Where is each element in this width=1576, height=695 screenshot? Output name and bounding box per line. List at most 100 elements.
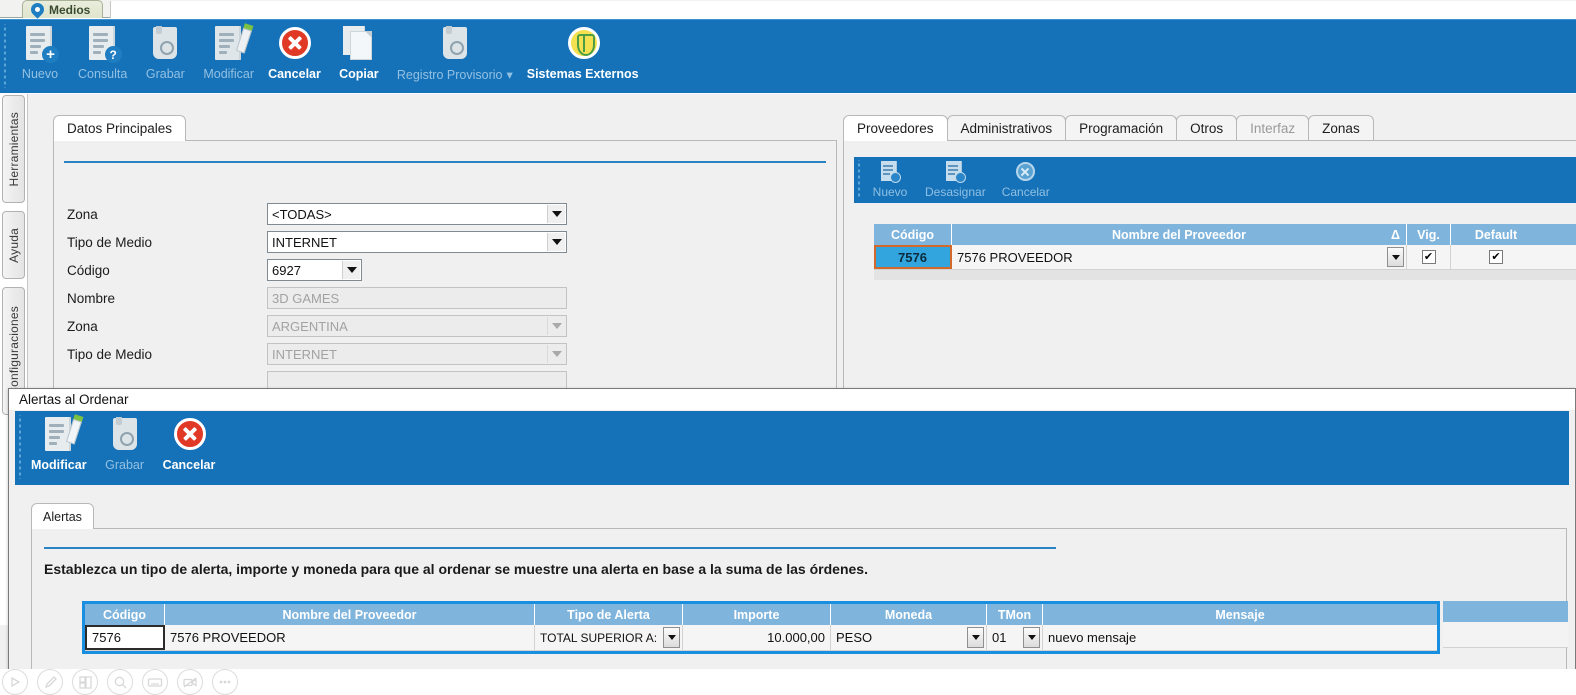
table-row[interactable]: 7576 7576 PROVEEDOR TOTAL SUPERIOR A: 10… (85, 625, 1437, 651)
checkbox-vig[interactable]: ✔ (1422, 250, 1436, 264)
tab-programacion[interactable]: Programación (1065, 115, 1177, 141)
column-header-importe[interactable]: Importe (683, 604, 831, 625)
field-row-zona-filtro: Zona <TODAS> (67, 203, 567, 225)
cell-importe[interactable]: 10.000,00 (683, 625, 831, 650)
cell-text: PESO (836, 630, 872, 645)
cell-nombre-del-proveedor[interactable]: 7576 PROVEEDOR (165, 625, 535, 650)
dialog-button-grabar[interactable]: Grabar (94, 411, 156, 481)
search-icon[interactable] (107, 669, 133, 695)
toolbar-button-sistemas-externos[interactable]: Sistemas Externos (520, 20, 646, 90)
chevron-down-icon[interactable] (1387, 247, 1404, 267)
sidebar-tab-label: Ayuda (7, 228, 21, 263)
sidebar-tab-ayuda[interactable]: Ayuda (2, 211, 25, 279)
save-diskette-icon (145, 24, 185, 64)
play-icon[interactable] (2, 669, 28, 695)
app-tab-label: Medios (49, 3, 90, 17)
tab-interfaz[interactable]: Interfaz (1236, 115, 1309, 141)
cell-moneda[interactable]: PESO (831, 625, 987, 650)
bottom-toolbar (0, 669, 1576, 695)
column-header-vig[interactable]: Vig. (1407, 224, 1451, 245)
column-header-nombre-del-proveedor[interactable]: Nombre del Proveedor (165, 604, 535, 625)
tab-label: Otros (1190, 121, 1223, 136)
tab-otros[interactable]: Otros (1176, 115, 1237, 141)
cell-codigo[interactable]: 7576 (85, 625, 165, 650)
column-header-tipo-de-alerta[interactable]: Tipo de Alerta (535, 604, 683, 625)
column-header-nombre-del-proveedor[interactable]: Nombre del Proveedor (1112, 228, 1246, 242)
side-tab-rail: Herramientas Ayuda Configuraciones (0, 95, 27, 390)
app-tab-medios[interactable]: Medios (22, 0, 103, 18)
cell-codigo[interactable]: 7576 (874, 245, 952, 269)
toolbar-button-copiar[interactable]: Copiar (328, 20, 390, 90)
proveedores-button-cancelar[interactable]: Cancelar (994, 157, 1058, 201)
dialog-titlebar[interactable]: Alertas al Ordenar (9, 389, 1575, 410)
column-header-tmon[interactable]: TMon (987, 604, 1043, 625)
cell-text: 7576 PROVEEDOR (957, 250, 1073, 265)
toolbar-button-cancelar[interactable]: Cancelar (261, 20, 328, 90)
cell-tipo-de-alerta[interactable]: TOTAL SUPERIOR A: (535, 625, 683, 650)
toolbar-grip[interactable] (0, 24, 9, 88)
zona-filtro-combobox[interactable]: <TODAS> (267, 203, 567, 225)
sidebar-tab-herramientas[interactable]: Herramientas (2, 95, 25, 203)
dialog-title: Alertas al Ordenar (19, 392, 129, 407)
dialog-toolbar-grip[interactable] (15, 415, 24, 479)
layout-icon[interactable] (72, 669, 98, 695)
column-header-codigo[interactable]: Código (874, 224, 952, 245)
chevron-down-icon (547, 317, 565, 335)
chevron-down-icon[interactable] (547, 233, 565, 251)
more-options-icon[interactable] (212, 669, 238, 695)
cell-tmon[interactable]: 01 (987, 625, 1043, 650)
cancel-x-icon (274, 24, 314, 64)
chevron-down-icon[interactable] (342, 261, 360, 279)
table-row[interactable]: 7576 7576 PROVEEDOR ✔ ✔ (874, 245, 1576, 270)
column-header-mensaje[interactable]: Mensaje (1043, 604, 1437, 625)
proveedores-grid: Código Nombre del Proveedor Δ Vig. Defau… (874, 224, 1576, 280)
new-record-icon (878, 160, 902, 184)
field-label: Tipo de Medio (67, 347, 267, 362)
toolbar-button-modificar[interactable]: Modificar (196, 20, 261, 90)
chevron-down-icon[interactable] (663, 627, 680, 648)
proveedores-button-nuevo[interactable]: Nuevo (863, 157, 917, 201)
tab-proveedores[interactable]: Proveedores (843, 115, 948, 141)
toolbar-button-nuevo[interactable]: Nuevo (9, 20, 71, 90)
cell-vig[interactable]: ✔ (1407, 245, 1451, 269)
tipo-de-medio-filtro-combobox[interactable]: INTERNET (267, 231, 567, 253)
toolbar-button-registro-provisorio[interactable]: Registro Provisorio▾ (390, 20, 520, 90)
column-header-default[interactable]: Default (1451, 224, 1541, 245)
cell-nombre-del-proveedor[interactable]: 7576 PROVEEDOR (952, 245, 1407, 269)
grid-header-row: Código Nombre del Proveedor Δ Vig. Defau… (874, 224, 1576, 245)
toolbar-button-consulta[interactable]: Consulta (71, 20, 134, 90)
field-row-codigo: Código 6927 (67, 259, 362, 281)
pencil-icon[interactable] (37, 669, 63, 695)
proveedores-button-desasignar[interactable]: Desasignar (917, 157, 994, 201)
field-label: Código (67, 263, 267, 278)
codigo-value: 6927 (272, 263, 301, 278)
field-label: Zona (67, 207, 267, 222)
keyboard-icon[interactable] (142, 669, 168, 695)
checkbox-default[interactable]: ✔ (1489, 250, 1503, 264)
panel-proveedores: Proveedores Administrativos Programación… (843, 114, 1576, 394)
camera-off-icon[interactable] (177, 669, 203, 695)
codigo-combobox[interactable]: 6927 (267, 259, 362, 281)
tab-datos-principales[interactable]: Datos Principales (53, 115, 186, 141)
subtoolbar-grip[interactable] (854, 160, 863, 198)
chevron-down-icon[interactable] (967, 627, 984, 648)
column-header-codigo[interactable]: Código (85, 604, 165, 625)
tab-administrativos[interactable]: Administrativos (947, 115, 1067, 141)
tab-label: Interfaz (1250, 121, 1295, 136)
tab-alertas[interactable]: Alertas (31, 503, 94, 529)
cell-default[interactable]: ✔ (1451, 245, 1541, 269)
toolbar-button-grabar[interactable]: Grabar (134, 20, 196, 90)
column-header-moneda[interactable]: Moneda (831, 604, 987, 625)
cell-mensaje[interactable]: nuevo mensaje (1043, 625, 1437, 650)
dialog-button-modificar[interactable]: Modificar (24, 411, 94, 481)
alertas-tab-body: Establezca un tipo de alerta, importe y … (31, 528, 1567, 682)
field-label: Zona (67, 319, 267, 334)
dialog-button-cancelar[interactable]: Cancelar (156, 411, 223, 481)
chevron-down-icon[interactable] (547, 205, 565, 223)
tab-zonas[interactable]: Zonas (1308, 115, 1374, 141)
section-rule (64, 161, 826, 163)
unassign-record-icon (943, 160, 967, 184)
application-window: Medios Nuevo Consulta Grabar (0, 0, 1576, 695)
chevron-down-icon[interactable] (1023, 627, 1040, 648)
sort-marker-icon: Δ (1391, 228, 1400, 242)
